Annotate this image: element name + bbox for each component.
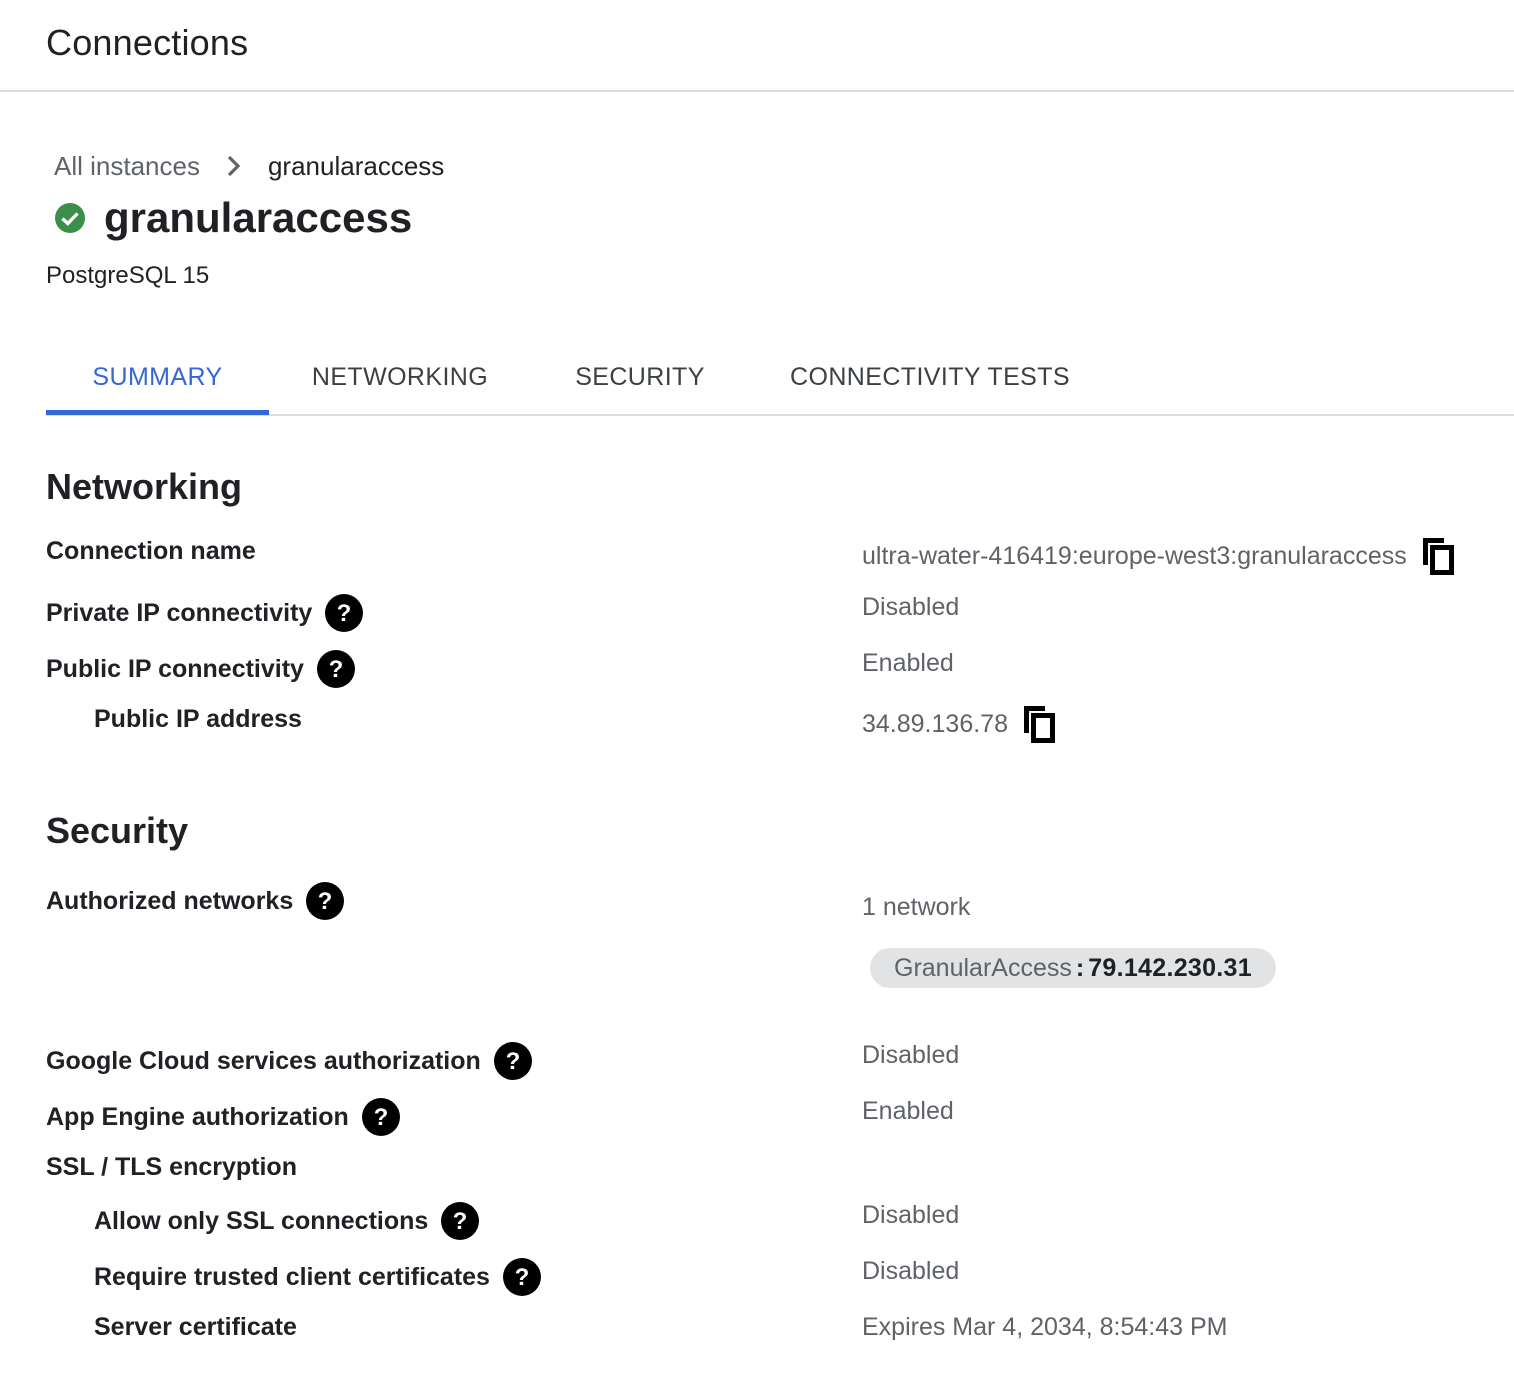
server-cert-value: Expires Mar 4, 2034, 8:54:43 PM [862,1312,1228,1341]
active-tab-indicator [46,410,269,415]
breadcrumb: All instances granularaccess [54,148,444,184]
server-cert-label-text: Server certificate [94,1312,297,1341]
app-engine-label-text: App Engine authorization [46,1102,349,1131]
security-section-title: Security [46,810,189,851]
help-icon[interactable]: ? [493,1042,532,1080]
tab-security[interactable]: SECURITY [560,340,720,414]
app-engine-label: App Engine authorization ? [46,1097,400,1137]
public-ip-label-text: Public IP connectivity [46,654,304,683]
gcs-auth-label-text: Google Cloud services authorization [46,1046,481,1075]
public-ip-value: Enabled [862,648,954,677]
ssl-only-label-text: Allow only SSL connections [94,1206,429,1235]
instance-header: granularaccess [54,194,412,242]
authorized-networks-label-text: Authorized networks [46,886,294,915]
svg-text:?: ? [373,1104,388,1131]
public-ip-address-label-text: Public IP address [94,704,302,733]
copy-connection-name-icon[interactable] [1421,537,1455,575]
svg-text:?: ? [515,1264,530,1291]
trusted-certs-label-text: Require trusted client certificates [94,1262,490,1291]
public-ip-address-text: 34.89.136.78 [862,709,1008,738]
tab-bar: SUMMARY NETWORKING SECURITY CONNECTIVITY… [46,340,1514,416]
authorized-networks-label: Authorized networks ? [46,881,345,921]
private-ip-value: Disabled [862,592,960,621]
app-engine-value: Enabled [862,1096,954,1125]
breadcrumb-current: granularaccess [267,150,445,181]
ssl-only-value: Disabled [862,1200,960,1229]
page-title: Connections [46,22,249,63]
help-icon[interactable]: ? [306,882,345,920]
gcs-auth-label: Google Cloud services authorization ? [46,1041,532,1081]
svg-text:?: ? [318,888,333,915]
svg-text:?: ? [329,656,344,683]
database-version: PostgreSQL 15 [46,262,210,289]
tab-networking[interactable]: NETWORKING [294,340,506,414]
chevron-right-icon [216,155,252,177]
svg-text:?: ? [337,600,352,627]
ssl-only-label: Allow only SSL connections ? [94,1201,480,1241]
gcs-auth-value: Disabled [862,1040,960,1069]
check-circle-icon [55,203,85,233]
connection-name-value: ultra-water-416419:europe-west3:granular… [862,536,1455,576]
breadcrumb-all-instances-link[interactable]: All instances [54,151,200,182]
authorized-networks-value: 1 network [862,892,971,921]
authorized-network-chip: GranularAccess : 79.142.230.31 [870,948,1276,988]
svg-text:?: ? [505,1048,520,1075]
public-ip-label: Public IP connectivity ? [46,649,355,689]
help-icon[interactable]: ? [441,1202,480,1240]
help-icon[interactable]: ? [325,594,364,632]
connection-name-label-text: Connection name [46,536,256,565]
top-bar: Connections [0,0,1514,92]
trusted-certs-value: Disabled [862,1256,960,1285]
networking-section-title: Networking [46,466,243,507]
private-ip-label: Private IP connectivity ? [46,593,364,633]
copy-ip-address-icon[interactable] [1022,705,1056,743]
ssl-tls-label: SSL / TLS encryption [46,1147,297,1187]
help-icon[interactable]: ? [502,1258,541,1296]
help-icon[interactable]: ? [361,1098,400,1136]
instance-name: granularaccess [104,194,413,241]
private-ip-label-text: Private IP connectivity [46,598,313,627]
tab-summary[interactable]: SUMMARY [46,340,269,414]
connection-name-text: ultra-water-416419:europe-west3:granular… [862,541,1407,570]
server-cert-label: Server certificate [94,1307,297,1347]
public-ip-address-label: Public IP address [94,699,302,739]
chip-separator: : [1075,953,1085,982]
trusted-certs-label: Require trusted client certificates ? [94,1257,541,1297]
public-ip-address-value: 34.89.136.78 [862,704,1056,744]
tab-connectivity-tests[interactable]: CONNECTIVITY TESTS [774,340,1086,414]
svg-text:?: ? [453,1208,468,1235]
ssl-tls-label-text: SSL / TLS encryption [46,1152,297,1181]
authorized-network-ip: 79.142.230.31 [1088,953,1252,982]
connection-name-label: Connection name [46,531,256,571]
help-icon[interactable]: ? [316,650,355,688]
authorized-network-name: GranularAccess [894,953,1072,982]
